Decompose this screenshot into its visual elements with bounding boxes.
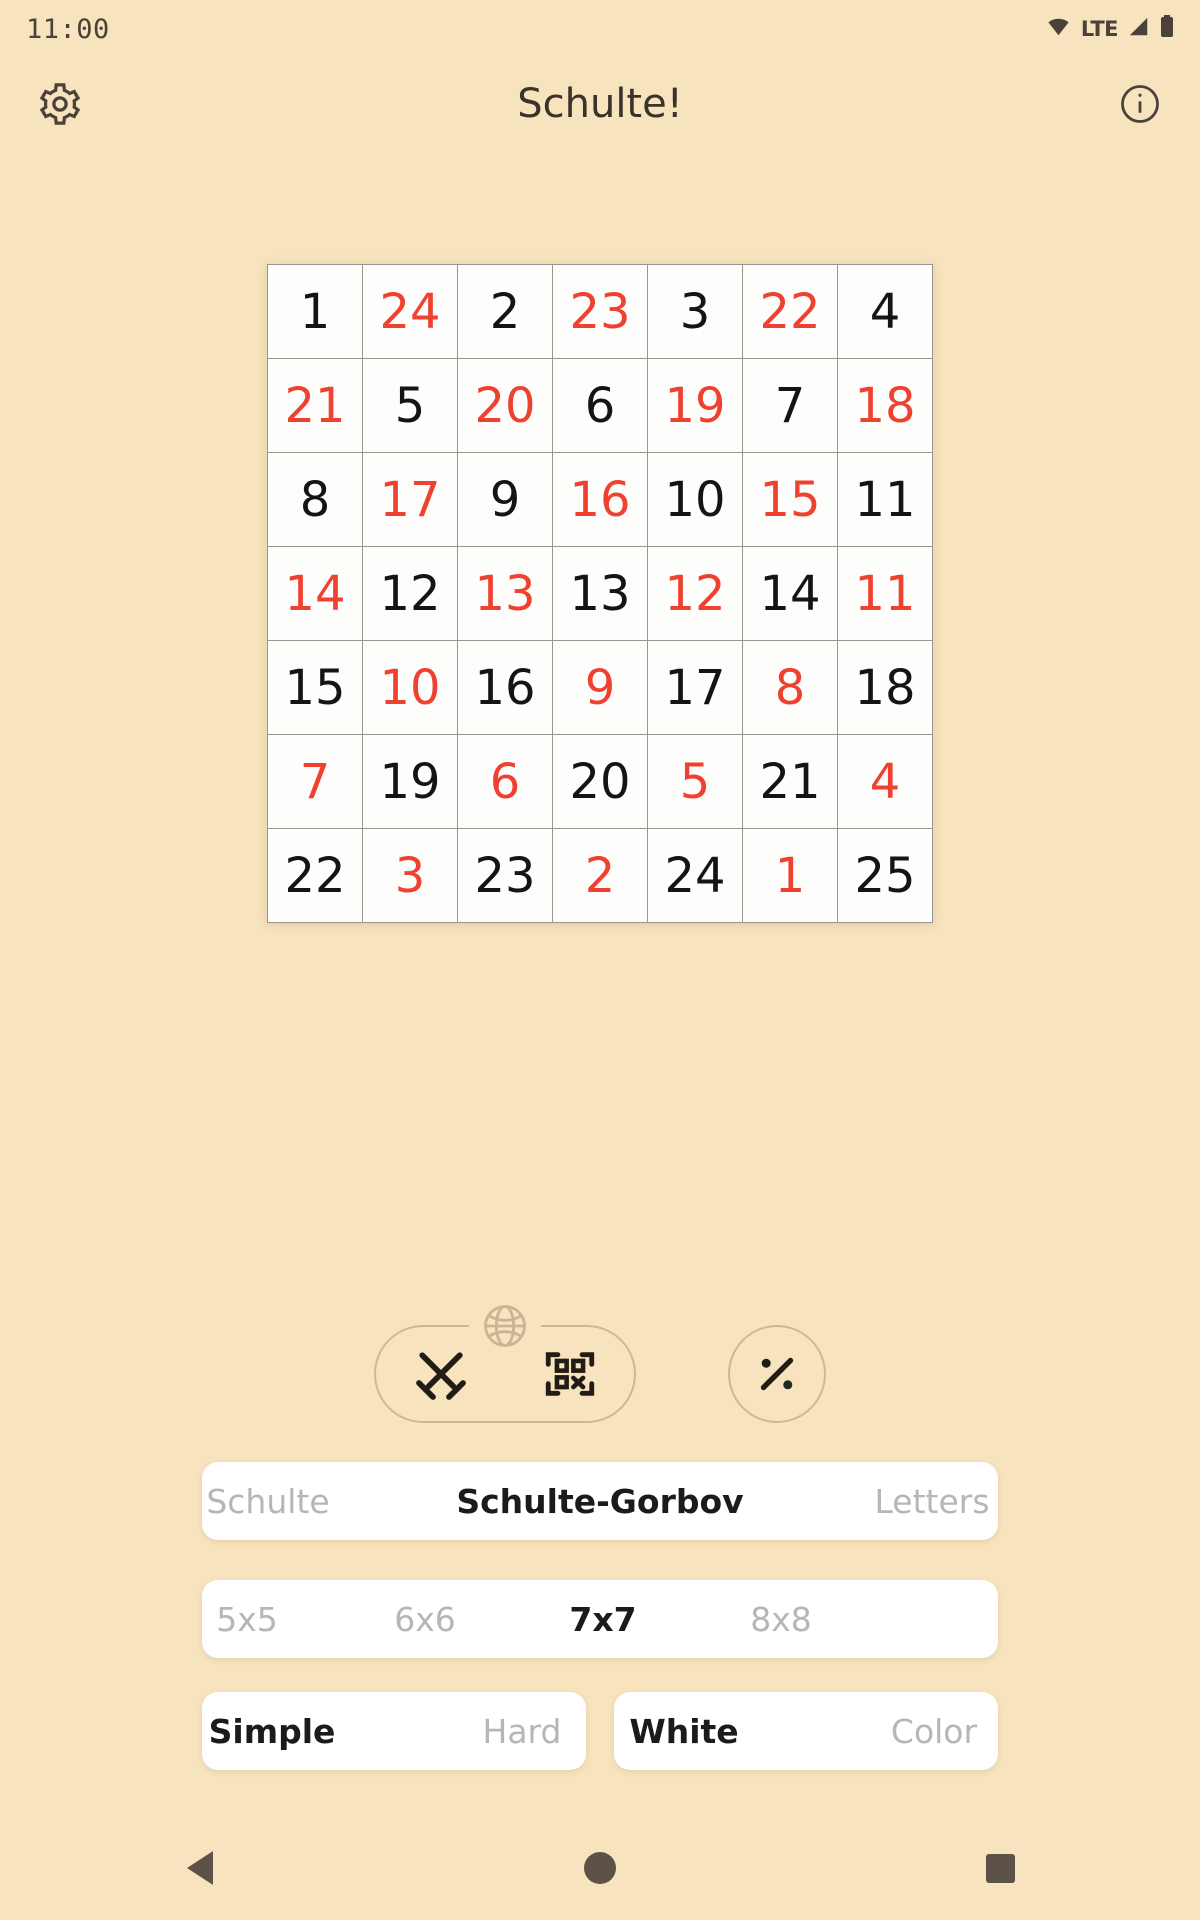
settings-gear-icon[interactable] bbox=[30, 74, 90, 134]
board-cell[interactable]: 25 bbox=[838, 829, 932, 922]
board-cell[interactable]: 10 bbox=[648, 453, 742, 546]
board-cell[interactable]: 1 bbox=[743, 829, 837, 922]
board-cell[interactable]: 12 bbox=[363, 547, 457, 640]
status-time: 11:00 bbox=[26, 13, 110, 45]
crossed-swords-icon[interactable] bbox=[404, 1337, 478, 1411]
board-cell[interactable]: 15 bbox=[268, 641, 362, 734]
style-selector[interactable]: Simple Hard bbox=[202, 1692, 586, 1770]
board-cell[interactable]: 8 bbox=[743, 641, 837, 734]
qr-code-icon[interactable] bbox=[533, 1337, 607, 1411]
board-cell[interactable]: 21 bbox=[743, 735, 837, 828]
style-color-row: Simple Hard White Color bbox=[202, 1692, 998, 1770]
network-type-label: LTE bbox=[1080, 17, 1119, 41]
page-title: Schulte! bbox=[517, 81, 683, 127]
board-cell[interactable]: 13 bbox=[553, 547, 647, 640]
board-cell[interactable]: 15 bbox=[743, 453, 837, 546]
mode-pill bbox=[374, 1296, 636, 1423]
board-cell[interactable]: 18 bbox=[838, 641, 932, 734]
mode-selector-track: Schulte Schulte-Gorbov Letters bbox=[202, 1462, 989, 1540]
board-cell[interactable]: 18 bbox=[838, 359, 932, 452]
board-cell[interactable]: 19 bbox=[648, 359, 742, 452]
board-cell[interactable]: 23 bbox=[458, 829, 552, 922]
signal-icon bbox=[1127, 14, 1151, 45]
board-cell[interactable]: 17 bbox=[363, 453, 457, 546]
selector-option[interactable]: 6x6 bbox=[336, 1600, 514, 1639]
board-cell[interactable]: 6 bbox=[458, 735, 552, 828]
board-cell[interactable]: 13 bbox=[458, 547, 552, 640]
status-bar: 11:00 LTE bbox=[0, 0, 1200, 58]
board-cell[interactable]: 16 bbox=[458, 641, 552, 734]
selector-option[interactable]: Color bbox=[809, 1712, 998, 1751]
board-cell[interactable]: 20 bbox=[458, 359, 552, 452]
size-selector[interactable]: 5x5 6x6 7x7 8x8 bbox=[202, 1580, 998, 1658]
android-nav-bar bbox=[0, 1816, 1200, 1920]
selector-option[interactable]: 5x5 bbox=[202, 1600, 336, 1639]
recents-square-icon[interactable] bbox=[945, 1833, 1055, 1903]
board-cell[interactable]: 1 bbox=[268, 265, 362, 358]
color-selector[interactable]: White Color bbox=[614, 1692, 998, 1770]
board-cell[interactable]: 9 bbox=[553, 641, 647, 734]
board-cell[interactable]: 22 bbox=[268, 829, 362, 922]
board-cell[interactable]: 24 bbox=[648, 829, 742, 922]
selector-option[interactable]: Hard bbox=[397, 1712, 586, 1751]
board-cell[interactable]: 2 bbox=[553, 829, 647, 922]
selector-option[interactable]: 7x7 bbox=[514, 1600, 692, 1639]
schulte-board[interactable]: 1 24 2 23 3 22 4 21 5 20 6 19 7 18 8 17 9 16 10 15 11 14 12 13 1… bbox=[267, 264, 933, 923]
board-cell[interactable]: 24 bbox=[363, 265, 457, 358]
battery-icon bbox=[1160, 14, 1174, 45]
board-cell[interactable]: 5 bbox=[363, 359, 457, 452]
board-cell[interactable]: 12 bbox=[648, 547, 742, 640]
board-cell[interactable]: 4 bbox=[838, 735, 932, 828]
selector-option[interactable]: Schulte bbox=[202, 1482, 434, 1521]
board-cell[interactable]: 3 bbox=[363, 829, 457, 922]
app-bar: Schulte! bbox=[0, 58, 1200, 150]
board-cell[interactable]: 6 bbox=[553, 359, 647, 452]
board-cell[interactable]: 7 bbox=[743, 359, 837, 452]
board-cell[interactable]: 3 bbox=[648, 265, 742, 358]
board-cell[interactable]: 16 bbox=[553, 453, 647, 546]
size-selector-track: 5x5 6x6 7x7 8x8 bbox=[202, 1580, 954, 1658]
board-cell[interactable]: 11 bbox=[838, 453, 932, 546]
back-triangle-icon[interactable] bbox=[145, 1833, 255, 1903]
board-cell[interactable]: 11 bbox=[838, 547, 932, 640]
home-circle-icon[interactable] bbox=[545, 1833, 655, 1903]
style-selector-track: Simple Hard bbox=[202, 1692, 562, 1770]
selector-option[interactable]: 8x8 bbox=[692, 1600, 870, 1639]
selector-option[interactable]: White bbox=[614, 1712, 809, 1751]
board-cell[interactable]: 22 bbox=[743, 265, 837, 358]
board-cell[interactable]: 10 bbox=[363, 641, 457, 734]
board-cell[interactable]: 7 bbox=[268, 735, 362, 828]
wifi-icon bbox=[1045, 14, 1072, 45]
color-selector-track: White Color bbox=[614, 1692, 977, 1770]
selector-option[interactable]: Simple bbox=[202, 1712, 397, 1751]
info-icon[interactable] bbox=[1110, 74, 1170, 134]
schulte-board-container: 1 24 2 23 3 22 4 21 5 20 6 19 7 18 8 17 9 16 10 15 11 14 12 13 1… bbox=[0, 264, 1200, 923]
board-cell[interactable]: 19 bbox=[363, 735, 457, 828]
mode-selector[interactable]: Schulte Schulte-Gorbov Letters bbox=[202, 1462, 998, 1540]
board-cell[interactable]: 14 bbox=[268, 547, 362, 640]
board-cell[interactable]: 14 bbox=[743, 547, 837, 640]
board-cell[interactable]: 4 bbox=[838, 265, 932, 358]
board-cell[interactable]: 8 bbox=[268, 453, 362, 546]
board-cell[interactable]: 23 bbox=[553, 265, 647, 358]
selector-option[interactable]: Letters bbox=[766, 1482, 998, 1521]
board-cell[interactable]: 20 bbox=[553, 735, 647, 828]
board-cell[interactable]: 21 bbox=[268, 359, 362, 452]
board-cell[interactable]: 17 bbox=[648, 641, 742, 734]
percent-icon[interactable] bbox=[728, 1325, 826, 1423]
selector-option[interactable]: Schulte-Gorbov bbox=[434, 1482, 766, 1521]
board-cell[interactable]: 5 bbox=[648, 735, 742, 828]
board-cell[interactable]: 9 bbox=[458, 453, 552, 546]
toolbar-row bbox=[0, 1296, 1200, 1423]
board-cell[interactable]: 2 bbox=[458, 265, 552, 358]
status-indicators: LTE bbox=[1045, 14, 1174, 45]
globe-icon[interactable] bbox=[474, 1295, 536, 1357]
